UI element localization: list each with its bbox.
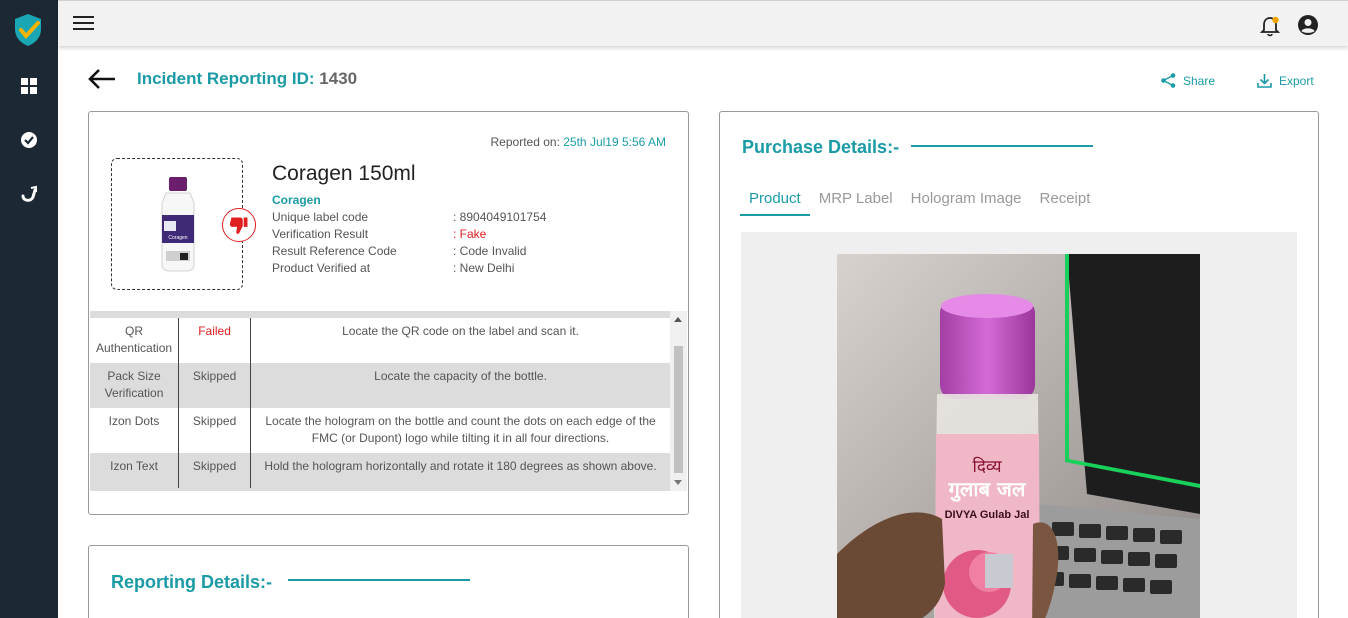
- bell-icon[interactable]: [1260, 15, 1280, 37]
- table-scrollbar[interactable]: [670, 311, 687, 491]
- share-button[interactable]: Share: [1160, 72, 1215, 89]
- reporting-details-card: Reporting Details:-: [88, 545, 689, 618]
- info-value-fake: : Fake: [453, 227, 487, 241]
- tab-product[interactable]: Product: [740, 187, 810, 216]
- export-label: Export: [1279, 73, 1314, 88]
- share-icon: [1161, 73, 1176, 88]
- scroll-thumb[interactable]: [674, 346, 683, 473]
- tab-mrp-label[interactable]: MRP Label: [810, 187, 902, 216]
- purchase-details-title: Purchase Details:-: [742, 137, 900, 157]
- incident-id: 1430: [319, 69, 358, 88]
- check-status: Failed: [178, 318, 252, 363]
- check-instruction: Locate the QR code on the label and scan…: [250, 318, 670, 363]
- table-row: Izon Dots Skipped Locate the hologram on…: [90, 408, 670, 453]
- info-value: : New Delhi: [453, 261, 515, 275]
- check-instruction: Locate the hologram on the bottle and co…: [250, 408, 670, 453]
- page-title: Incident Reporting ID: 1430: [137, 69, 357, 89]
- product-bottle-image: Coragen: [161, 177, 195, 272]
- check-status: Skipped: [178, 453, 252, 488]
- info-label: Verification Result: [272, 227, 369, 241]
- product-photo-area: दिव्य गुलाब जल DIVYA Gulab Jal: [741, 232, 1297, 618]
- info-value: : 8904049101754: [453, 210, 547, 224]
- page-title-label: Incident Reporting ID: [137, 69, 309, 88]
- shield-logo-icon[interactable]: [13, 13, 43, 47]
- account-circle-icon[interactable]: [1297, 14, 1319, 36]
- export-button[interactable]: Export: [1256, 72, 1314, 89]
- check-name: Pack Size Verification: [90, 363, 180, 408]
- product-verification-card: Reported on: 25th Jul19 5:56 AM Coragen …: [88, 111, 689, 515]
- reporting-details-title: Reporting Details:-: [111, 572, 273, 592]
- scroll-up-arrow-icon[interactable]: [674, 317, 682, 322]
- title-underline: [288, 579, 470, 581]
- purchase-details-card: Purchase Details:- Product MRP Label Hol…: [719, 111, 1319, 618]
- check-status: Skipped: [178, 408, 252, 453]
- check-name: QR Authentication: [90, 318, 180, 363]
- bottle-label-text: Coragen: [168, 235, 187, 241]
- check-instruction: Hold the hologram horizontally and rotat…: [250, 453, 670, 488]
- info-label: Result Reference Code: [272, 244, 397, 258]
- table-row: Pack Size Verification Skipped Locate th…: [90, 363, 670, 408]
- check-name: Izon Text: [90, 453, 180, 488]
- photo-label-hindi2: गुलाब जल: [948, 477, 1027, 502]
- check-circle-icon[interactable]: [19, 130, 39, 150]
- side-nav: [0, 0, 58, 618]
- reported-date: 25th Jul19 5:56 AM: [563, 135, 666, 149]
- tab-hologram-image[interactable]: Hologram Image: [902, 187, 1031, 216]
- table-row: QR Authentication Failed Locate the QR c…: [90, 318, 670, 363]
- product-brand: Coragen: [272, 193, 321, 207]
- info-label: Product Verified at: [272, 261, 371, 275]
- page-title-separator: :: [308, 69, 315, 88]
- download-icon: [1257, 74, 1272, 88]
- thumbs-down-icon: [222, 208, 256, 242]
- dashboard-icon[interactable]: [19, 76, 39, 96]
- tab-receipt[interactable]: Receipt: [1031, 187, 1100, 216]
- check-status: Skipped: [178, 363, 252, 408]
- table-row: Izon Text Skipped Hold the hologram hori…: [90, 453, 670, 488]
- check-instruction: Locate the capacity of the bottle.: [250, 363, 670, 408]
- share-label: Share: [1183, 73, 1216, 88]
- purchase-tabs: Product MRP Label Hologram Image Receipt: [740, 187, 1099, 216]
- top-bar: [58, 0, 1348, 46]
- back-arrow-icon[interactable]: [87, 67, 117, 91]
- product-name: Coragen 150ml: [272, 162, 416, 185]
- product-thumbnail[interactable]: Coragen: [111, 158, 256, 290]
- title-underline: [911, 145, 1093, 147]
- scan-icon[interactable]: [19, 184, 39, 204]
- product-photo[interactable]: दिव्य गुलाब जल DIVYA Gulab Jal: [837, 254, 1200, 618]
- info-label: Unique label code: [272, 210, 369, 224]
- check-name: Izon Dots: [90, 408, 180, 453]
- hamburger-menu-icon[interactable]: [73, 16, 94, 31]
- photo-label-english: DIVYA Gulab Jal: [945, 509, 1030, 521]
- reported-on: Reported on: 25th Jul19 5:56 AM: [491, 135, 666, 149]
- verification-checks-table: QR Authentication Failed Locate the QR c…: [90, 311, 687, 491]
- reported-label: Reported on:: [490, 135, 560, 149]
- photo-label-hindi: दिव्य: [972, 456, 1001, 477]
- info-value: : Code Invalid: [453, 244, 527, 258]
- scroll-down-arrow-icon[interactable]: [674, 480, 682, 485]
